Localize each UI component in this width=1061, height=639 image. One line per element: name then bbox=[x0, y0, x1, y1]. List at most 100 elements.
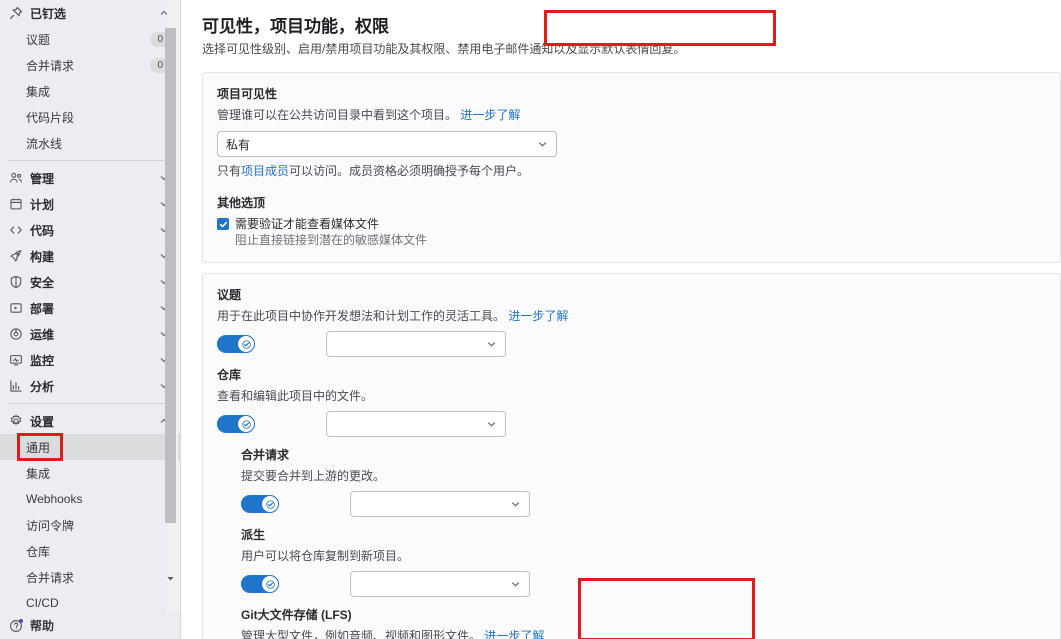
sidebar-group-settings[interactable]: 设置 bbox=[0, 408, 180, 434]
feature-title: 合并请求 bbox=[241, 448, 290, 462]
sidebar-group-label: 管理 bbox=[30, 171, 55, 186]
chevron-down-icon bbox=[510, 579, 521, 590]
feature-controls bbox=[217, 411, 1046, 437]
feature-controls bbox=[241, 491, 1046, 517]
feature-learn-more-link[interactable]: 进一步了解 bbox=[484, 629, 544, 639]
sidebar-section-pinned: 已钉选 议题 0 合并请求 0 集成 代码片段 流水线 bbox=[0, 0, 180, 156]
sidebar-divider bbox=[8, 403, 172, 404]
sidebar-item-label: 合并请求 bbox=[26, 570, 75, 585]
feature-access-select-repository[interactable] bbox=[326, 411, 506, 437]
sidebar-group-label: 构建 bbox=[30, 249, 55, 264]
project-members-link[interactable]: 项目成员 bbox=[241, 164, 289, 178]
chevron-down-icon bbox=[486, 339, 497, 350]
sidebar-scrollbar-thumb[interactable] bbox=[165, 28, 176, 523]
sidebar-group-code[interactable]: 代码 bbox=[0, 217, 180, 243]
feature-description-text: 用户可以将仓库复制到新项目。 bbox=[241, 549, 410, 563]
sidebar-item-cicd[interactable]: CI/CD bbox=[0, 590, 180, 612]
sidebar-group-label: 安全 bbox=[30, 275, 55, 290]
sidebar-item-issues[interactable]: 议题 0 bbox=[0, 26, 180, 52]
feature-repository: 仓库 查看和编辑此项目中的文件。 bbox=[217, 366, 1046, 437]
feature-description-text: 管理大型文件，例如音频、视频和图形文件。 bbox=[241, 629, 482, 639]
feature-access-select-merge-requests[interactable] bbox=[350, 491, 530, 517]
feature-issues: 议题 用于在此项目中协作开发想法和计划工作的灵活工具。 进一步了解 bbox=[217, 286, 1046, 357]
sidebar-item-label: 帮助 bbox=[30, 619, 55, 633]
sidebar-item-general[interactable]: 通用 bbox=[0, 434, 180, 460]
feature-description: 查看和编辑此项目中的文件。 bbox=[217, 388, 1046, 405]
require-auth-media-checkbox-row[interactable]: 需要验证才能查看媒体文件 bbox=[217, 216, 1046, 232]
users-icon bbox=[8, 170, 24, 186]
sidebar-section-settings: 设置 通用 集成 Webhooks 访问令牌 仓库 合并请求 CI/CD bbox=[0, 408, 180, 612]
feature-access-select-issues[interactable] bbox=[326, 331, 506, 357]
sidebar-group-analyze[interactable]: 分析 bbox=[0, 373, 180, 399]
sidebar-group-label: 代码 bbox=[30, 223, 55, 238]
sidebar-group-label: 分析 bbox=[30, 379, 55, 394]
sidebar-group-label: 已钉选 bbox=[30, 6, 67, 21]
gear-icon bbox=[8, 413, 24, 429]
feature-toggle-issues[interactable] bbox=[217, 335, 255, 353]
visibility-select[interactable]: 私有 bbox=[217, 131, 557, 157]
feature-toggle-repository[interactable] bbox=[217, 415, 255, 433]
require-auth-media-label: 需要验证才能查看媒体文件 bbox=[235, 217, 380, 231]
sidebar-item-label: 议题 bbox=[26, 32, 51, 47]
chevron-down-icon[interactable] bbox=[165, 571, 176, 585]
sidebar-item-merge-requests-settings[interactable]: 合并请求 bbox=[0, 564, 180, 590]
sidebar-item-integrations[interactable]: 集成 bbox=[0, 78, 180, 104]
feature-merge-requests: 合并请求 提交要合并到上游的更改。 bbox=[241, 446, 1046, 517]
project-features-card: 议题 用于在此项目中协作开发想法和计划工作的灵活工具。 进一步了解 仓库 查看和… bbox=[202, 273, 1061, 639]
feature-toggle-forks[interactable] bbox=[241, 575, 279, 593]
feature-learn-more-link[interactable]: 进一步了解 bbox=[508, 309, 568, 323]
checkbox-checked-icon[interactable] bbox=[217, 218, 229, 230]
feature-forks: 派生 用户可以将仓库复制到新项目。 bbox=[241, 526, 1046, 597]
sidebar-item-help[interactable]: 帮助 bbox=[0, 612, 180, 639]
sidebar-item-label: 仓库 bbox=[26, 544, 51, 559]
feature-toggle-merge-requests[interactable] bbox=[241, 495, 279, 513]
calendar-icon bbox=[8, 196, 24, 212]
sidebar-group-manage[interactable]: 管理 bbox=[0, 165, 180, 191]
visibility-learn-more-link[interactable]: 进一步了解 bbox=[460, 108, 520, 122]
toggle-check-icon bbox=[262, 496, 278, 512]
sidebar-group-deploy[interactable]: 部署 bbox=[0, 295, 180, 321]
sidebar-item-merge-requests[interactable]: 合并请求 0 bbox=[0, 52, 180, 78]
other-options-title: 其他选顶 bbox=[217, 196, 266, 210]
sidebar-item-label: 通用 bbox=[26, 440, 51, 455]
feature-title: 派生 bbox=[241, 528, 266, 542]
project-visibility-card: 项目可见性 管理谁可以在公共访问目录中看到这个项目。 进一步了解 私有 只有项目… bbox=[202, 72, 1061, 263]
sidebar-group-monitor[interactable]: 监控 bbox=[0, 347, 180, 373]
app-root: 已钉选 议题 0 合并请求 0 集成 代码片段 流水线 管理 计划 代码 构建 … bbox=[0, 0, 1061, 639]
sidebar-item-label: 访问令牌 bbox=[26, 518, 75, 533]
toggle-check-icon bbox=[238, 416, 254, 432]
sidebar-scrollbar-track[interactable] bbox=[165, 0, 178, 612]
sidebar-item-label: CI/CD bbox=[26, 596, 59, 610]
chevron-down-icon bbox=[537, 139, 548, 150]
sidebar-item-snippets[interactable]: 代码片段 bbox=[0, 104, 180, 130]
sidebar-group-operate[interactable]: 运维 bbox=[0, 321, 180, 347]
monitor-icon bbox=[8, 352, 24, 368]
pin-icon bbox=[8, 5, 24, 21]
sidebar-item-webhooks[interactable]: Webhooks bbox=[0, 486, 180, 512]
sidebar-item-label: Webhooks bbox=[26, 492, 83, 506]
sidebar-scroll-area[interactable]: 已钉选 议题 0 合并请求 0 集成 代码片段 流水线 管理 计划 代码 构建 … bbox=[0, 0, 180, 612]
page-header: 可见性，项目功能，权限 选择可见性级别、启用/禁用项目功能及其权限、禁用电子邮件… bbox=[202, 14, 1061, 58]
visibility-select-value: 私有 bbox=[226, 137, 251, 152]
sidebar-item-integrations-settings[interactable]: 集成 bbox=[0, 460, 180, 486]
sidebar-item-repository[interactable]: 仓库 bbox=[0, 538, 180, 564]
feature-access-select-forks[interactable] bbox=[350, 571, 530, 597]
sidebar-item-label: 集成 bbox=[26, 84, 51, 99]
shield-icon bbox=[8, 274, 24, 290]
sidebar-group-build[interactable]: 构建 bbox=[0, 243, 180, 269]
sidebar-group-plan[interactable]: 计划 bbox=[0, 191, 180, 217]
sidebar-divider bbox=[8, 160, 172, 161]
sidebar-item-label: 合并请求 bbox=[26, 58, 75, 73]
toggle-check-icon bbox=[262, 576, 278, 592]
sidebar-item-pipelines[interactable]: 流水线 bbox=[0, 130, 180, 156]
feature-title: Git大文件存储 (LFS) bbox=[241, 608, 352, 622]
project-sidebar: 已钉选 议题 0 合并请求 0 集成 代码片段 流水线 管理 计划 代码 构建 … bbox=[0, 0, 181, 639]
sidebar-item-label: 代码片段 bbox=[26, 110, 75, 125]
sidebar-group-label: 计划 bbox=[30, 197, 55, 212]
visibility-description: 管理谁可以在公共访问目录中看到这个项目。 进一步了解 bbox=[217, 107, 1046, 124]
sidebar-group-label: 监控 bbox=[30, 353, 55, 368]
sidebar-item-access-tokens[interactable]: 访问令牌 bbox=[0, 512, 180, 538]
chart-icon bbox=[8, 378, 24, 394]
sidebar-group-secure[interactable]: 安全 bbox=[0, 269, 180, 295]
sidebar-group-pinned[interactable]: 已钉选 bbox=[0, 0, 180, 26]
